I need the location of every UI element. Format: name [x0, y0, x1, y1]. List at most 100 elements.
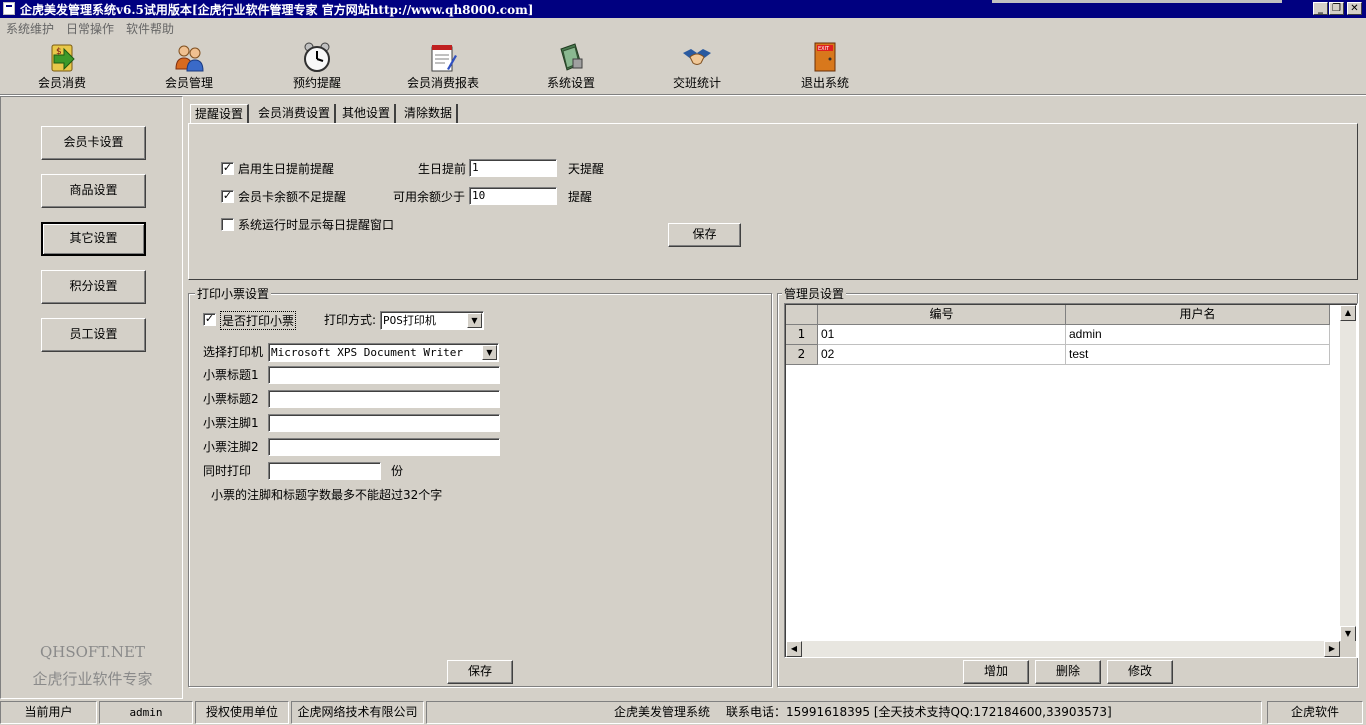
birthday-days-label: 生日提前	[418, 162, 467, 176]
minimize-button[interactable]: _	[1313, 2, 1328, 15]
menu-bar: 系统维护 日常操作 软件帮助	[0, 18, 1366, 38]
menu-system-maintenance[interactable]: 系统维护	[6, 20, 54, 37]
receipt-title1-label: 小票标题1	[203, 368, 259, 382]
admin-table[interactable]: 编号 用户名 1 01 admin 2 02 test ▲ ▼ ◀ ▶	[784, 303, 1358, 658]
menu-software-help[interactable]: 软件帮助	[126, 20, 174, 37]
receipt-title2-input[interactable]	[268, 390, 500, 408]
watermark-site: QHSOFT.NET	[39, 643, 145, 661]
status-brand: 企虎软件	[1267, 701, 1363, 724]
print-method-value: POS打印机	[383, 314, 436, 327]
tab-other-settings[interactable]: 其他设置	[338, 104, 397, 124]
receipt-footer1-label: 小票注脚1	[203, 416, 259, 430]
window-title: 企虎美发管理系统v6.5试用版本[企虎行业软件管理专家 官方网站http://w…	[20, 3, 534, 17]
scrollbar-corner	[1340, 641, 1356, 657]
tab-member-consume-settings[interactable]: 会员消费设置	[254, 104, 337, 124]
settings-book-icon	[560, 43, 583, 71]
member-consume-icon: $	[51, 44, 75, 72]
scroll-down-icon[interactable]: ▼	[1340, 626, 1356, 642]
check-mark-icon: ✓	[222, 189, 233, 202]
daily-popup-label: 系统运行时显示每日提醒窗口	[238, 218, 395, 232]
birthday-days-suffix: 天提醒	[568, 162, 605, 176]
horizontal-scrollbar[interactable]	[786, 641, 1340, 657]
receipt-title2-label: 小票标题2	[203, 392, 259, 406]
scroll-up-icon[interactable]: ▲	[1340, 305, 1356, 321]
print-copies-input[interactable]	[268, 462, 381, 480]
table-cell-id[interactable]: 01	[818, 325, 1066, 345]
admin-delete-button[interactable]: 删除	[1035, 660, 1101, 684]
receipt-footer1-input[interactable]	[268, 414, 500, 432]
toolbar-member-consume-button[interactable]: $ 会员消费	[7, 38, 117, 94]
receipt-footer2-label: 小票注脚2	[203, 440, 259, 454]
toolbar-divider	[0, 94, 1366, 96]
status-license-label: 授权使用单位	[195, 701, 289, 724]
print-receipt-label: 是否打印小票	[220, 311, 297, 330]
scroll-left-icon[interactable]: ◀	[786, 641, 802, 657]
balance-threshold-suffix: 提醒	[568, 190, 593, 204]
toolbar-label: 会员管理	[164, 76, 213, 90]
daily-popup-checkbox[interactable]	[221, 218, 234, 231]
toolbar-exit-button[interactable]: EXIT 退出系统	[770, 38, 880, 94]
status-contact: 联系电话：15991618395 [全天技术支持QQ:172184600,339…	[726, 705, 1112, 719]
restore-button[interactable]: ❐	[1329, 2, 1344, 15]
status-info: 企虎美发管理系统 联系电话：15991618395 [全天技术支持QQ:17218…	[426, 701, 1262, 724]
menu-daily-operations[interactable]: 日常操作	[66, 20, 114, 37]
toolbar-label: 会员消费报表	[406, 76, 479, 90]
toolbar-label: 会员消费	[37, 76, 86, 90]
toolbar-member-manage-button[interactable]: 会员管理	[134, 38, 244, 94]
table-cell-username[interactable]: test	[1066, 345, 1330, 365]
close-button[interactable]: ✕	[1347, 2, 1362, 15]
chevron-down-icon[interactable]: ▼	[467, 313, 482, 328]
status-user-value: admin	[99, 701, 193, 724]
reminder-save-button[interactable]: 保存	[668, 223, 741, 247]
sidebar-points-settings-button[interactable]: 积分设置	[41, 270, 146, 304]
toolbar-settings-button[interactable]: 系统设置	[516, 38, 626, 94]
status-product: 企虎美发管理系统	[614, 705, 711, 719]
sidebar-membercard-settings-button[interactable]: 会员卡设置	[41, 126, 146, 160]
sidebar-product-settings-button[interactable]: 商品设置	[41, 174, 146, 208]
table-cell-username[interactable]: admin	[1066, 325, 1330, 345]
birthday-days-input[interactable]: 1	[469, 159, 557, 177]
balance-reminder-label: 会员卡余额不足提醒	[238, 190, 347, 204]
print-receipt-checkbox[interactable]: ✓	[203, 313, 216, 326]
printer-label: 选择打印机	[203, 345, 264, 359]
print-save-button[interactable]: 保存	[447, 660, 513, 684]
toolbar-label: 预约提醒	[292, 76, 341, 90]
report-icon	[431, 45, 457, 72]
table-cell-id[interactable]: 02	[818, 345, 1066, 365]
member-manage-icon	[175, 45, 204, 72]
printer-select[interactable]: Microsoft XPS Document Writer ▼	[268, 343, 499, 362]
birthday-reminder-label: 启用生日提前提醒	[238, 162, 335, 176]
scroll-right-icon[interactable]: ▶	[1324, 641, 1340, 657]
birthday-reminder-checkbox[interactable]: ✓	[221, 162, 234, 175]
row-header[interactable]: 2	[786, 345, 818, 365]
toolbar-reminder-button[interactable]: 预约提醒	[262, 38, 372, 94]
toolbar-label: 系统设置	[546, 76, 595, 90]
receipt-title1-input[interactable]	[268, 366, 500, 384]
balance-threshold-label: 可用余额少于	[393, 190, 466, 204]
svg-text:$: $	[56, 47, 62, 57]
toolbar-label: 交班统计	[672, 76, 721, 90]
toolbar-shift-stats-button[interactable]: 交班统计	[642, 38, 752, 94]
print-settings-title: 打印小票设置	[195, 285, 272, 302]
receipt-footer2-input[interactable]	[268, 438, 500, 456]
vertical-scrollbar[interactable]	[1340, 305, 1356, 641]
chevron-down-icon[interactable]: ▼	[482, 345, 497, 360]
sidebar-staff-settings-button[interactable]: 员工设置	[41, 318, 146, 352]
admin-add-button[interactable]: 增加	[963, 660, 1029, 684]
tab-clear-data[interactable]: 清除数据	[400, 104, 459, 124]
tab-reminder-settings[interactable]: 提醒设置	[190, 104, 250, 124]
row-header[interactable]: 1	[786, 325, 818, 345]
print-method-select[interactable]: POS打印机 ▼	[380, 311, 484, 330]
alarm-clock-icon	[304, 42, 330, 72]
balance-reminder-checkbox[interactable]: ✓	[221, 190, 234, 203]
toolbar-report-button[interactable]: 会员消费报表	[388, 38, 498, 94]
watermark-slogan: 企虎行业软件专家	[32, 670, 153, 688]
column-header-username[interactable]: 用户名	[1066, 305, 1330, 325]
admin-edit-button[interactable]: 修改	[1107, 660, 1173, 684]
print-note: 小票的注脚和标题字数最多不能超过32个字	[211, 488, 443, 502]
sidebar-other-settings-button[interactable]: 其它设置	[41, 222, 146, 256]
column-header-id[interactable]: 编号	[818, 305, 1066, 325]
title-bar-overlay	[992, 0, 1282, 3]
title-bar: 企虎美发管理系统v6.5试用版本[企虎行业软件管理专家 官方网站http://w…	[0, 0, 1366, 18]
balance-threshold-input[interactable]: 10	[469, 187, 557, 205]
